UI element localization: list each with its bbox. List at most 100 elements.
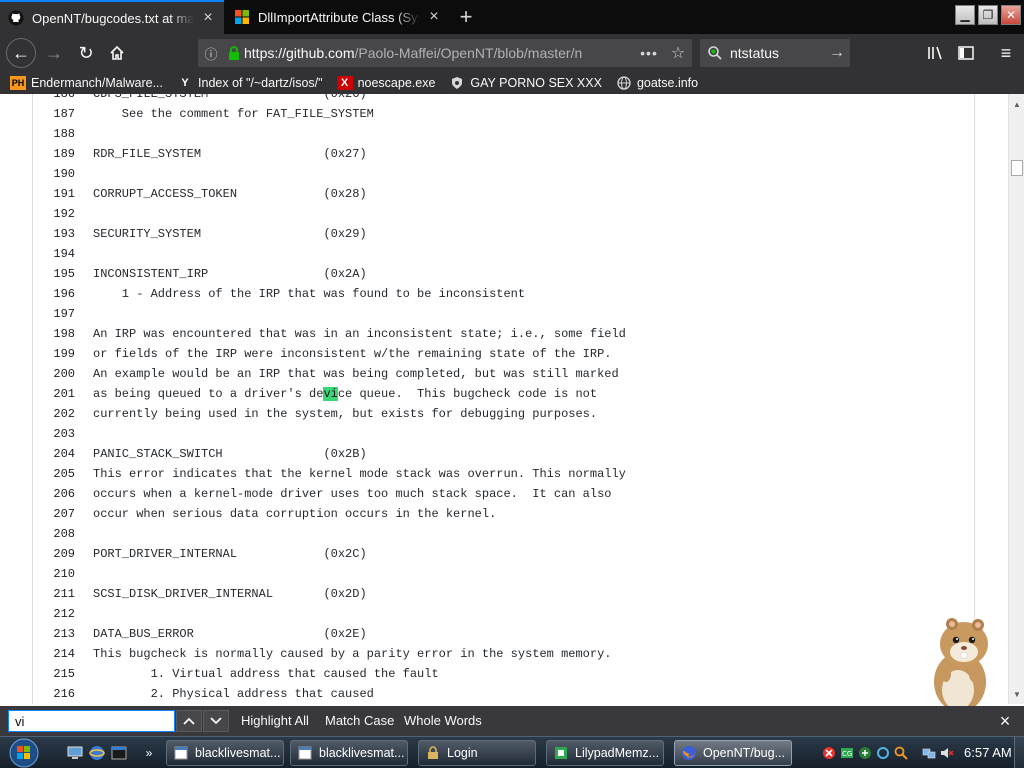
tab-label: OpenNT/bugcodes.txt at master <box>32 10 194 26</box>
taskbar-item-blacklivesmat-2[interactable]: blacklivesmat... <box>290 740 408 766</box>
scroll-down-icon[interactable]: ▼ <box>1009 686 1024 702</box>
search-bar[interactable]: ntstatus → <box>700 39 850 67</box>
cg-tray-icon[interactable]: CG <box>840 746 854 760</box>
line-number[interactable]: 212 <box>33 604 75 624</box>
taskbar-clock[interactable]: 6:57 AM <box>964 745 1012 760</box>
scrollbar-thumb[interactable] <box>1011 160 1023 176</box>
line-number[interactable]: 191 <box>33 184 75 204</box>
line-number[interactable]: 188 <box>33 124 75 144</box>
line-number[interactable]: 204 <box>33 444 75 464</box>
taskbar-item-login[interactable]: Login <box>418 740 536 766</box>
line-number[interactable]: 189 <box>33 144 75 164</box>
line-number[interactable]: 211 <box>33 584 75 604</box>
taskbar-item-opennt[interactable]: OpenNT/bug... <box>674 740 792 766</box>
line-number[interactable]: 199 <box>33 344 75 364</box>
info-icon[interactable]: ⓘ <box>198 44 224 63</box>
desktop-icon[interactable] <box>66 745 84 761</box>
back-button[interactable]: ← <box>6 38 36 68</box>
close-window-button[interactable]: ✕ <box>1001 5 1021 25</box>
security-tray-icon[interactable] <box>822 746 836 760</box>
line-number[interactable]: 202 <box>33 404 75 424</box>
bookmark-index-of-isos[interactable]: Y Index of "/~dartz/isos/" <box>177 76 322 90</box>
hamster-mascot-icon[interactable] <box>916 612 996 720</box>
code-line: 197 <box>33 304 974 324</box>
tab-dllimportattribute[interactable]: DllImportAttribute Class (System × <box>226 0 450 34</box>
start-button[interactable] <box>8 738 40 768</box>
new-tab-button[interactable]: + <box>452 4 480 30</box>
bookmark-goatse[interactable]: goatse.info <box>616 76 698 90</box>
line-number[interactable]: 216 <box>33 684 75 704</box>
line-number[interactable]: 201 <box>33 384 75 404</box>
line-number[interactable]: 213 <box>33 624 75 644</box>
line-number[interactable]: 197 <box>33 304 75 324</box>
library-button[interactable] <box>922 39 950 67</box>
line-number[interactable]: 206 <box>33 484 75 504</box>
sidebar-button[interactable] <box>952 39 980 67</box>
code-line: 191 CORRUPT_ACCESS_TOKEN (0x28) <box>33 184 974 204</box>
show-desktop-button[interactable] <box>1014 737 1024 768</box>
reload-button[interactable]: ↻ <box>72 39 100 67</box>
line-number[interactable]: 190 <box>33 164 75 184</box>
taskbar-item-blacklivesmat-1[interactable]: blacklivesmat... <box>166 740 284 766</box>
terminal-icon[interactable] <box>110 745 128 761</box>
line-number[interactable]: 205 <box>33 464 75 484</box>
highlight-all-toggle[interactable]: Highlight All <box>241 713 309 728</box>
line-number[interactable]: 215 <box>33 664 75 684</box>
network-tray-icon[interactable] <box>922 746 936 760</box>
find-next-button[interactable] <box>203 710 229 732</box>
line-number[interactable]: 207 <box>33 504 75 524</box>
code-line: 189 RDR_FILE_SYSTEM (0x27) <box>33 144 974 164</box>
line-number[interactable]: 200 <box>33 364 75 384</box>
line-number[interactable]: 195 <box>33 264 75 284</box>
tab-opennt-bugcodes[interactable]: OpenNT/bugcodes.txt at master × <box>0 0 224 34</box>
close-tab-icon[interactable]: × <box>200 9 216 26</box>
line-number[interactable]: 210 <box>33 564 75 584</box>
line-number[interactable]: 196 <box>33 284 75 304</box>
find-input[interactable] <box>8 710 175 732</box>
scroll-up-icon[interactable]: ▲ <box>1009 96 1024 112</box>
line-number[interactable]: 192 <box>33 204 75 224</box>
line-number[interactable]: 194 <box>33 244 75 264</box>
menu-button[interactable]: ≡ <box>992 39 1020 67</box>
bookmark-star-icon[interactable]: ☆ <box>664 43 692 63</box>
maximize-button[interactable]: ❐ <box>978 5 998 25</box>
sync-tray-icon[interactable] <box>876 746 890 760</box>
whole-words-toggle[interactable]: Whole Words <box>404 713 482 728</box>
line-number[interactable]: 203 <box>33 424 75 444</box>
forward-button[interactable]: → <box>40 39 68 67</box>
volume-muted-tray-icon[interactable] <box>940 746 954 760</box>
minimize-button[interactable]: ▁ <box>955 5 975 25</box>
lock-icon[interactable] <box>224 46 244 60</box>
line-number[interactable]: 198 <box>33 324 75 344</box>
line-number[interactable]: 214 <box>33 644 75 664</box>
code-text: 1. Virtual address that caused the fault <box>93 667 439 681</box>
windows-logo-icon <box>9 738 39 768</box>
url-text[interactable]: https://github.com/Paolo-Maffei/OpenNT/b… <box>244 45 634 61</box>
bookmark-gay-porno[interactable]: GAY PORNO SEX XXX <box>449 76 602 90</box>
line-number[interactable]: 187 <box>33 104 75 124</box>
match-case-toggle[interactable]: Match Case <box>325 713 394 728</box>
browser-icon[interactable] <box>88 745 106 761</box>
line-number[interactable]: 209 <box>33 544 75 564</box>
find-bar: Highlight All Match Case Whole Words × <box>0 706 1024 736</box>
search-go-icon[interactable]: → <box>824 44 850 62</box>
page-actions-icon[interactable]: ••• <box>634 45 664 61</box>
vertical-scrollbar[interactable]: ▲ ▼ <box>1008 94 1024 704</box>
bookmark-endermanch[interactable]: PH Endermanch/Malware... <box>10 76 163 90</box>
quicklaunch-expand-icon[interactable]: » <box>140 745 158 761</box>
search-engine-icon[interactable] <box>700 45 730 61</box>
search-tray-icon[interactable] <box>894 746 908 760</box>
line-number[interactable]: 193 <box>33 224 75 244</box>
close-tab-icon[interactable]: × <box>426 8 442 25</box>
home-button[interactable] <box>103 39 131 67</box>
close-findbar-icon[interactable]: × <box>996 711 1014 731</box>
tool-tray-icon[interactable] <box>858 746 872 760</box>
bookmark-noescape[interactable]: X noescape.exe <box>336 76 435 90</box>
url-bar[interactable]: ⓘ https://github.com/Paolo-Maffei/OpenNT… <box>198 39 692 67</box>
find-previous-button[interactable] <box>176 710 202 732</box>
line-number[interactable]: 208 <box>33 524 75 544</box>
line-number[interactable]: 186 <box>33 94 75 104</box>
search-input[interactable]: ntstatus <box>730 45 824 61</box>
taskbar-item-lilypadmemz[interactable]: LilypadMemz... <box>546 740 664 766</box>
